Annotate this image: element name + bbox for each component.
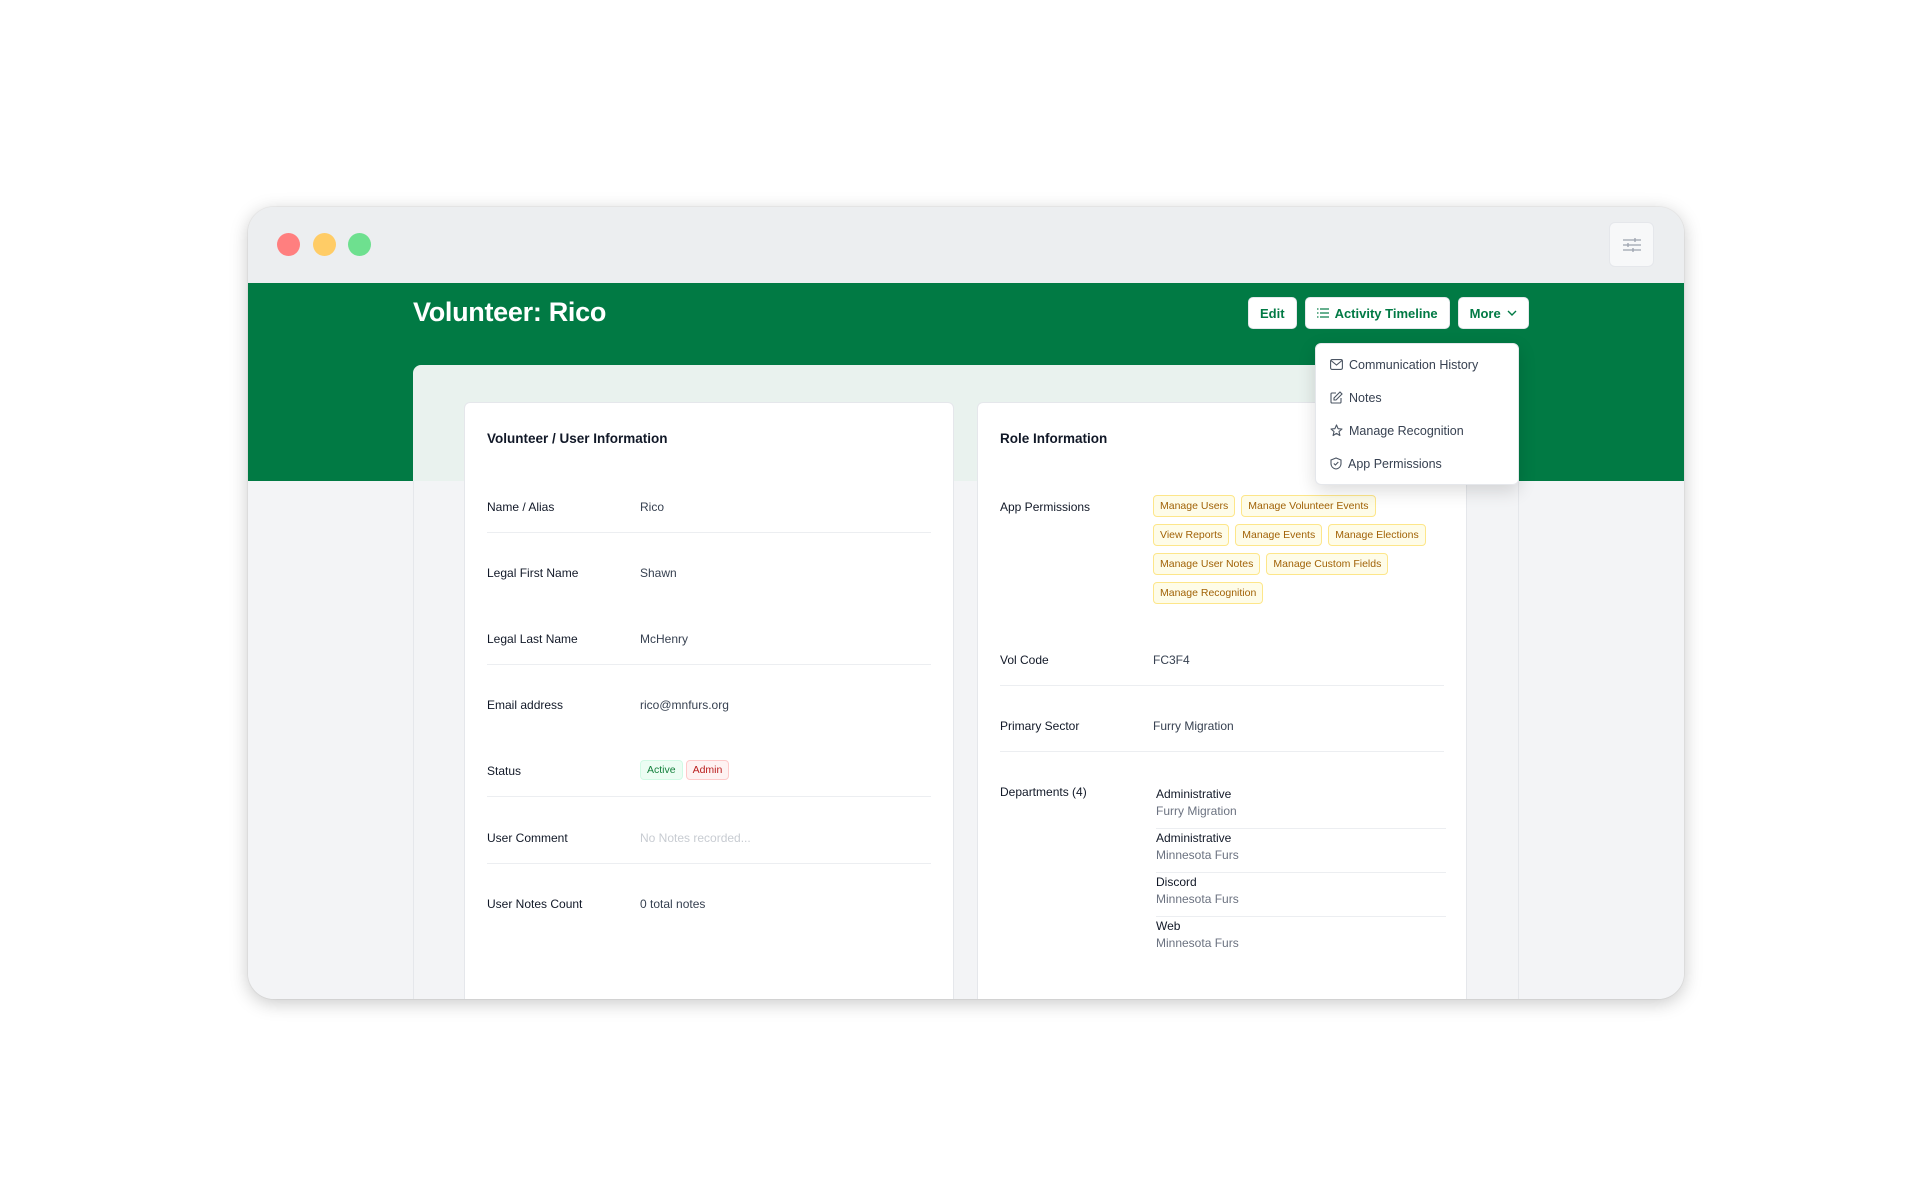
role-row-permissions: App Permissions Manage Users Manage Volu…	[1000, 495, 1444, 620]
header-actions: Edit Activity Timeline More	[1248, 297, 1529, 329]
department-item: Administrative Minnesota Furs	[1156, 829, 1446, 873]
permission-tag: Manage Events	[1235, 524, 1323, 546]
permission-tags: Manage Users Manage Volunteer Events Vie…	[1153, 495, 1453, 604]
department-item: Administrative Furry Migration	[1156, 785, 1446, 829]
more-button-label: More	[1469, 305, 1501, 321]
edit-note-icon	[1330, 391, 1343, 404]
permission-tag: View Reports	[1153, 524, 1230, 546]
activity-timeline-label: Activity Timeline	[1334, 305, 1438, 321]
menu-item-manage-recognition[interactable]: Manage Recognition	[1316, 414, 1518, 447]
menu-item-app-permissions[interactable]: App Permissions	[1316, 447, 1518, 480]
more-dropdown-menu: Communication History Notes Manage Recog…	[1315, 343, 1519, 485]
maximize-window-button[interactable]	[348, 233, 371, 256]
permission-tag: Manage Volunteer Events	[1241, 495, 1376, 517]
permission-tag: Manage Recognition	[1153, 582, 1264, 604]
role-info-title: Role Information	[1000, 431, 1108, 446]
department-item: Discord Minnesota Furs	[1156, 873, 1446, 917]
department-item: Web Minnesota Furs	[1156, 919, 1239, 950]
activity-timeline-button[interactable]: Activity Timeline	[1304, 297, 1450, 329]
info-row-notes-count: User Notes Count 0 total notes	[487, 897, 706, 911]
shield-icon	[1330, 457, 1342, 470]
page-title: Volunteer: Rico	[413, 297, 607, 327]
page-content: Volunteer: Rico Edit Activity Timeline M…	[248, 283, 1684, 999]
list-icon	[1316, 308, 1329, 318]
info-row-first-name: Legal First Name Shawn	[487, 566, 677, 580]
permission-tag: Manage Elections	[1328, 524, 1426, 546]
menu-item-communication-history[interactable]: Communication History	[1316, 348, 1518, 381]
settings-sliders-button[interactable]	[1609, 222, 1654, 267]
email-link[interactable]: rico@mnfurs.org	[640, 698, 729, 712]
chevron-down-icon	[1507, 310, 1517, 316]
star-icon	[1330, 424, 1343, 437]
role-info-card: Role Information App Permissions Manage …	[977, 402, 1467, 999]
info-row-email: Email address rico@mnfurs.org	[487, 698, 729, 712]
permission-tag: Manage Users	[1153, 495, 1236, 517]
permission-tag: Manage User Notes	[1153, 553, 1261, 575]
role-row-departments: Departments (4) Administrative Furry Mig…	[1000, 785, 1446, 985]
department-list: Administrative Furry Migration Administr…	[1156, 785, 1446, 961]
permission-tag: Manage Custom Fields	[1266, 553, 1389, 575]
window-titlebar	[248, 207, 1684, 283]
sliders-icon	[1622, 237, 1641, 252]
envelope-icon	[1330, 359, 1343, 370]
minimize-window-button[interactable]	[313, 233, 336, 256]
menu-item-notes[interactable]: Notes	[1316, 381, 1518, 414]
app-window: Volunteer: Rico Edit Activity Timeline M…	[248, 207, 1684, 999]
close-window-button[interactable]	[277, 233, 300, 256]
user-info-card: Volunteer / User Information Name / Alia…	[464, 402, 954, 999]
user-info-title: Volunteer / User Information	[487, 431, 668, 446]
edit-button[interactable]: Edit	[1248, 297, 1297, 329]
more-button[interactable]: More	[1457, 297, 1529, 329]
edit-button-label: Edit	[1260, 305, 1285, 321]
